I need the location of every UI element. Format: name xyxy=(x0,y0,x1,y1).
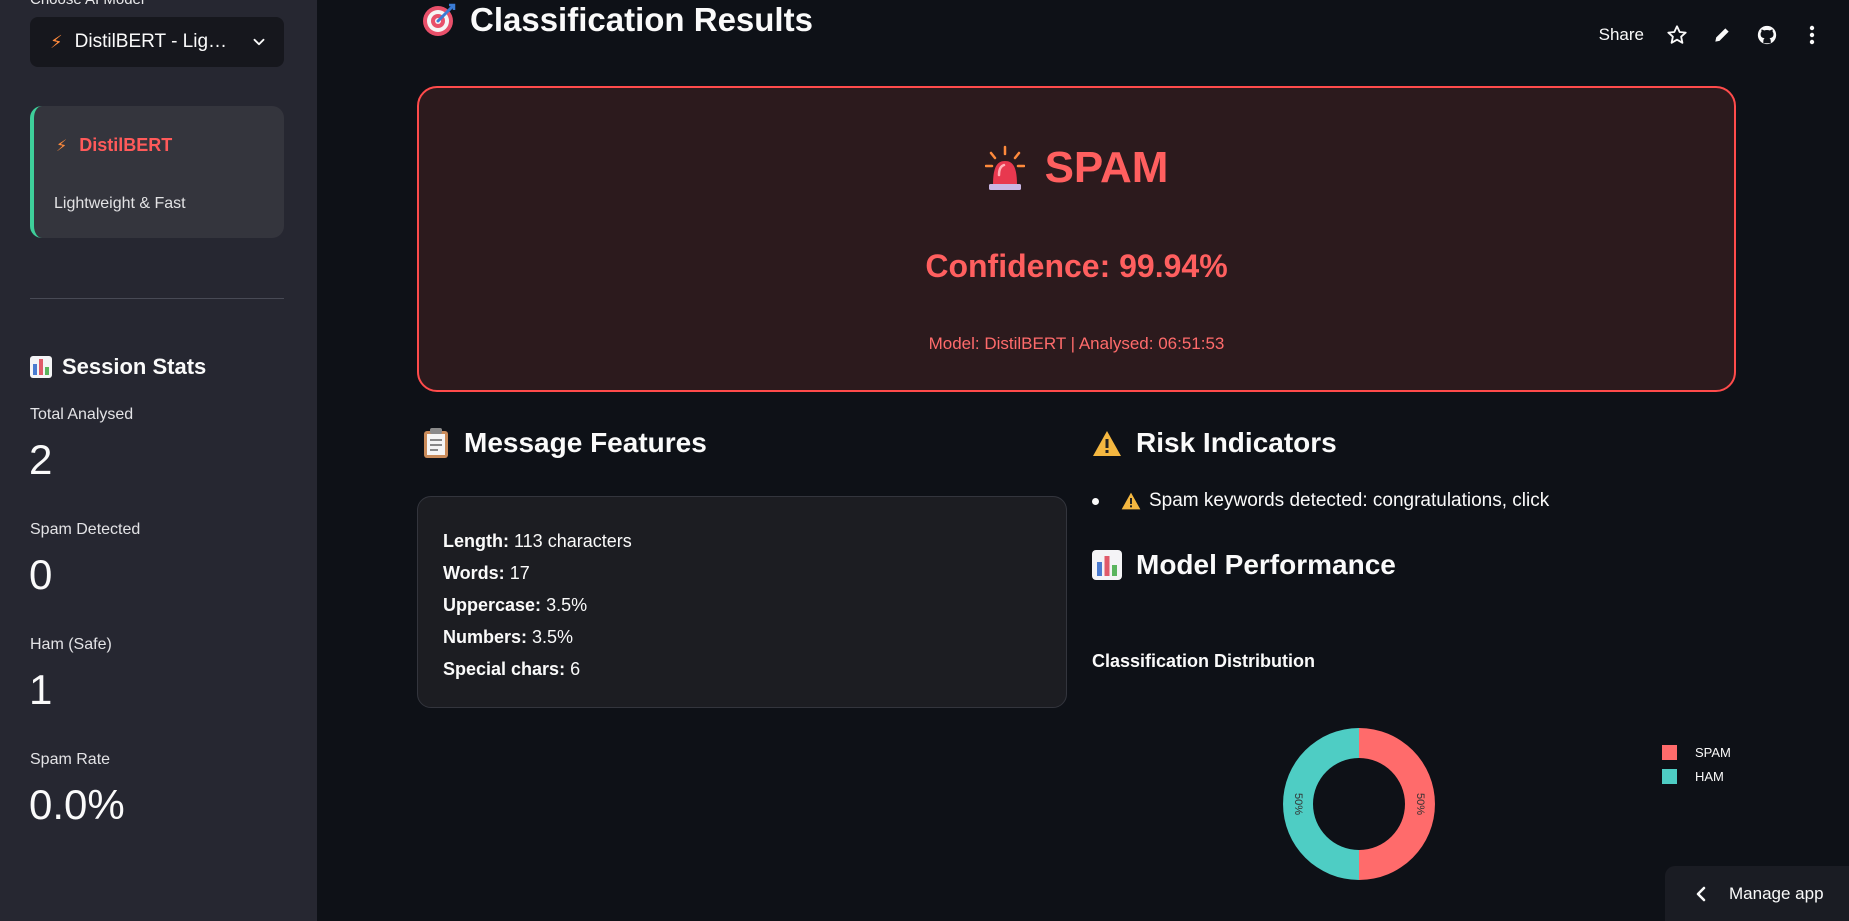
sidebar-divider xyxy=(30,298,284,299)
session-stats-title: Session Stats xyxy=(30,354,206,380)
metric-value-spam: 0 xyxy=(29,551,53,598)
message-features-title: Message Features xyxy=(422,427,707,459)
sidebar: Choose AI Model ⚡ DistilBERT - Lig… ⚡ Di… xyxy=(0,0,317,921)
lightning-icon: ⚡ xyxy=(50,31,63,52)
result-heading: SPAM xyxy=(419,143,1734,193)
warning-icon xyxy=(1121,492,1141,510)
page-title-text: Classification Results xyxy=(470,1,813,38)
star-icon[interactable] xyxy=(1666,24,1688,46)
clipboard-icon xyxy=(422,427,450,459)
model-performance-title: Model Performance xyxy=(1092,549,1396,581)
model-performance-label: Model Performance xyxy=(1136,549,1396,580)
manage-app-button[interactable]: Manage app xyxy=(1665,866,1849,921)
feature-words: Words: 17 xyxy=(443,563,530,583)
confidence-text: Confidence: 99.94% xyxy=(925,248,1228,284)
lightning-icon: ⚡ xyxy=(56,137,68,155)
message-features-label: Message Features xyxy=(464,427,707,458)
top-toolbar: Share xyxy=(1599,20,1849,50)
classification-donut-chart: 50% 50% xyxy=(1283,728,1435,880)
metric-value-spam-rate: 0.0% xyxy=(29,781,125,828)
more-vert-icon[interactable] xyxy=(1801,24,1823,46)
chart-legend: SPAM HAM xyxy=(1662,740,1731,788)
warning-icon xyxy=(1092,430,1122,457)
metric-value-ham: 1 xyxy=(29,666,53,713)
metric-label-spam: Spam Detected xyxy=(30,521,141,538)
share-button[interactable]: Share xyxy=(1599,25,1644,45)
target-icon xyxy=(423,3,456,36)
bar-chart-icon xyxy=(30,356,52,378)
feature-uppercase: Uppercase: 3.5% xyxy=(443,595,588,615)
features-box: Length: 113 characters Words: 17 Upperca… xyxy=(417,496,1067,708)
analysis-meta: Model: DistilBERT | Analysed: 06:51:53 xyxy=(928,334,1225,353)
legend-label-spam: SPAM xyxy=(1695,744,1731,760)
metric-label-total: Total Analysed xyxy=(30,406,134,423)
risk-item: Spam keywords detected: congratulations,… xyxy=(1092,490,1549,512)
donut-label-ham: 50% xyxy=(1292,793,1304,815)
chart-title: Classification Distribution xyxy=(1092,651,1316,671)
pencil-icon[interactable] xyxy=(1711,24,1733,46)
chevron-left-icon xyxy=(1696,886,1706,901)
model-card-title: ⚡ DistilBERT xyxy=(56,135,172,156)
model-select-label: Choose AI Model xyxy=(30,0,144,8)
bullet xyxy=(1092,497,1099,505)
risk-indicators-title: Risk Indicators xyxy=(1092,427,1337,459)
metric-label-spam-rate: Spam Rate xyxy=(30,751,111,768)
result-label: SPAM xyxy=(1044,143,1169,192)
metric-label-ham: Ham (Safe) xyxy=(30,636,112,653)
risk-item-text: Spam keywords detected: congratulations,… xyxy=(1149,490,1550,511)
siren-icon xyxy=(984,145,1025,190)
donut-label-spam: 50% xyxy=(1414,793,1426,815)
chevron-down-icon xyxy=(253,38,265,46)
page-title: Classification Results xyxy=(421,1,813,39)
feature-numbers: Numbers: 3.5% xyxy=(443,627,574,647)
feature-special-chars: Special chars: 6 xyxy=(443,659,581,679)
legend-item-ham[interactable]: HAM xyxy=(1662,764,1731,788)
metric-value-total: 2 xyxy=(29,436,53,483)
model-select-value: DistilBERT - Lig… xyxy=(74,31,228,52)
legend-label-ham: HAM xyxy=(1695,768,1724,784)
model-card-name: DistilBERT xyxy=(79,135,173,155)
manage-app-label: Manage app xyxy=(1729,883,1824,903)
legend-item-spam[interactable]: SPAM xyxy=(1662,740,1731,764)
model-select[interactable]: ⚡ DistilBERT - Lig… xyxy=(30,17,284,67)
session-stats-label: Session Stats xyxy=(62,354,207,379)
feature-length: Length: 113 characters xyxy=(443,531,632,551)
risk-indicators-label: Risk Indicators xyxy=(1136,427,1337,458)
bar-chart-icon xyxy=(1092,550,1122,580)
legend-swatch-ham xyxy=(1662,768,1677,784)
legend-swatch-spam xyxy=(1662,744,1677,760)
classification-result-card: SPAM Confidence: 99.94% Model: DistilBER… xyxy=(417,86,1736,392)
model-info-card: ⚡ DistilBERT Lightweight & Fast xyxy=(30,106,284,238)
github-icon[interactable] xyxy=(1756,24,1778,46)
model-card-description: Lightweight & Fast xyxy=(54,195,186,212)
